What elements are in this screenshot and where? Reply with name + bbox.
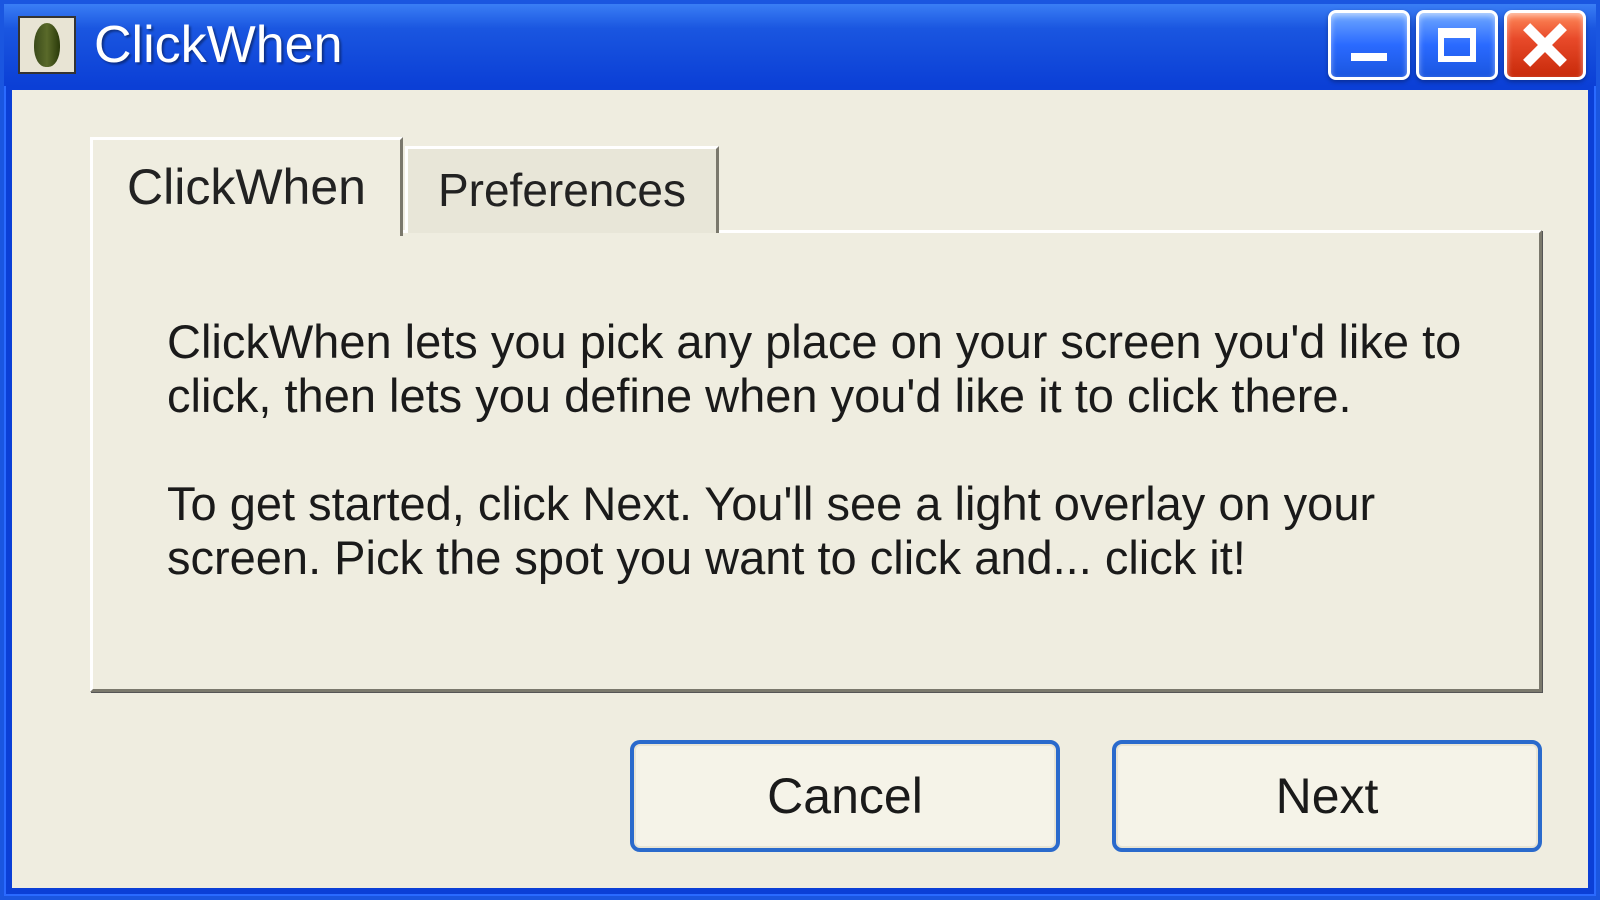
titlebar[interactable]: ClickWhen bbox=[4, 4, 1596, 86]
tab-preferences[interactable]: Preferences bbox=[405, 146, 719, 233]
minimize-button[interactable] bbox=[1328, 10, 1410, 80]
close-icon bbox=[1523, 23, 1567, 67]
maximize-button[interactable] bbox=[1416, 10, 1498, 80]
intro-paragraph-2: To get started, click Next. You'll see a… bbox=[167, 477, 1465, 585]
dialog-button-row: Cancel Next bbox=[630, 740, 1542, 852]
close-button[interactable] bbox=[1504, 10, 1586, 80]
window-title: ClickWhen bbox=[94, 15, 1328, 75]
next-button[interactable]: Next bbox=[1112, 740, 1542, 852]
maximize-icon bbox=[1438, 28, 1476, 62]
tab-container: ClickWhen Preferences ClickWhen lets you… bbox=[90, 136, 1542, 695]
intro-paragraph-1: ClickWhen lets you pick any place on you… bbox=[167, 315, 1465, 423]
app-icon bbox=[18, 16, 76, 74]
cancel-button[interactable]: Cancel bbox=[630, 740, 1060, 852]
app-window: ClickWhen ClickWhen Preferences bbox=[0, 0, 1600, 900]
tab-row: ClickWhen Preferences bbox=[90, 136, 1542, 233]
tab-panel: ClickWhen lets you pick any place on you… bbox=[90, 230, 1542, 692]
client-area: ClickWhen Preferences ClickWhen lets you… bbox=[12, 90, 1588, 888]
minimize-icon bbox=[1351, 53, 1387, 61]
tab-clickwhen[interactable]: ClickWhen bbox=[90, 137, 403, 236]
window-controls bbox=[1328, 10, 1586, 80]
